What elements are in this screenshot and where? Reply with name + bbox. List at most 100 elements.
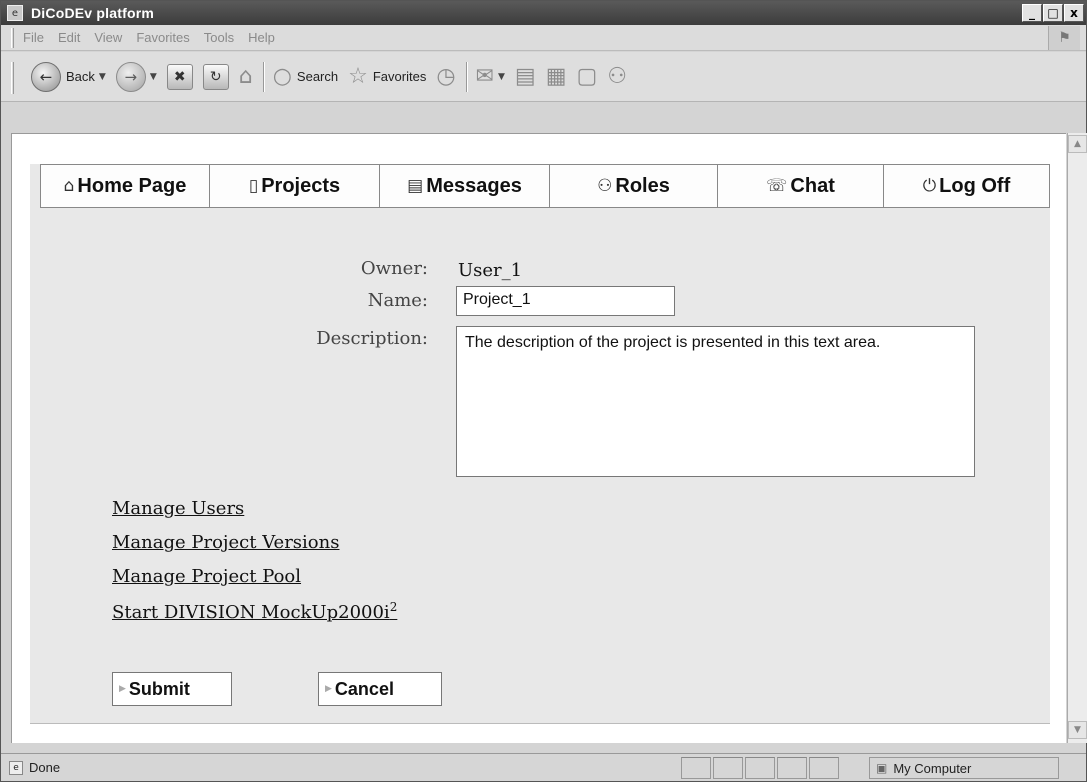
manage-project-versions-link[interactable]: Manage Project Versions: [112, 532, 397, 554]
submit-label: Submit: [128, 678, 190, 699]
browser-window: e DiCoDEv platform _ □ x File Edit View …: [0, 0, 1087, 782]
status-bar: e Done ▣ My Computer: [1, 753, 1086, 781]
menu-bar: File Edit View Favorites Tools Help ⚑: [1, 25, 1086, 51]
submit-arrow-icon: ▶: [119, 684, 126, 694]
content-viewport: ⌂ Home Page ▯ Projects ▤ Messages ⚇ Role…: [11, 133, 1066, 743]
stop-icon: ✖: [166, 63, 193, 90]
status-pane: [745, 757, 775, 779]
back-label: Back: [66, 69, 95, 84]
tab-log-off[interactable]: ⏻ Log Off: [884, 164, 1050, 208]
menu-grip[interactable]: [11, 28, 14, 48]
name-field[interactable]: Project_1: [456, 286, 675, 316]
tab-projects-label: Projects: [261, 174, 341, 197]
messenger-button[interactable]: ⚇: [607, 63, 628, 89]
home-button[interactable]: ⌂: [238, 63, 253, 89]
menu-file[interactable]: File: [23, 30, 44, 45]
mail-button[interactable]: ✉ ▼: [475, 63, 505, 89]
refresh-button[interactable]: ↻: [202, 63, 229, 90]
menu-tools[interactable]: Tools: [204, 30, 234, 45]
cancel-arrow-icon: ▶: [325, 684, 332, 694]
tab-log-off-label: Log Off: [939, 174, 1011, 197]
tab-home-page-label: Home Page: [77, 174, 187, 197]
description-label: Description:: [316, 328, 428, 349]
history-button[interactable]: ◷: [436, 63, 456, 89]
print-button[interactable]: ▤: [514, 63, 536, 89]
toolbar-separator-2: [465, 61, 468, 92]
menu-favorites[interactable]: Favorites: [136, 30, 189, 45]
status-pane: [713, 757, 743, 779]
mail-dropdown-icon[interactable]: ▼: [498, 72, 505, 82]
menu-edit[interactable]: Edit: [58, 30, 80, 45]
mail-icon: ✉: [475, 63, 494, 89]
toolbar: ← Back ▼ → ▼ ✖ ↻ ⌂ ○ Search ☆ Favorites …: [1, 52, 1086, 102]
star-icon: ☆: [348, 63, 368, 89]
nav-tabs: ⌂ Home Page ▯ Projects ▤ Messages ⚇ Role…: [40, 164, 1050, 208]
owner-label: Owner:: [360, 258, 428, 279]
refresh-icon: ↻: [202, 63, 229, 90]
menu-help[interactable]: Help: [248, 30, 275, 45]
blank-page-icon: ▢: [576, 63, 598, 89]
back-button[interactable]: ← Back ▼: [31, 61, 106, 92]
submit-button[interactable]: ▶ Submit: [112, 672, 232, 706]
title-bar[interactable]: e DiCoDEv platform _ □ x: [1, 1, 1086, 25]
status-text: Done: [29, 760, 61, 775]
status-pane: [809, 757, 839, 779]
start-mockup-link[interactable]: Start DIVISION MockUp2000i2: [112, 600, 397, 623]
cancel-label: Cancel: [334, 678, 394, 699]
edit-button[interactable]: ▦: [546, 65, 567, 88]
history-icon: ◷: [436, 63, 456, 89]
vertical-scrollbar[interactable]: ▲ ▼: [1067, 133, 1087, 743]
people-icon: ⚇: [597, 176, 613, 196]
back-dropdown-icon[interactable]: ▼: [99, 72, 106, 82]
chat-icon: ☏: [766, 176, 788, 196]
stop-button[interactable]: ✖: [166, 63, 193, 90]
cancel-button[interactable]: ▶ Cancel: [318, 672, 442, 706]
status-panes: [681, 757, 841, 779]
windows-logo-icon: ⚑: [1048, 26, 1080, 50]
forward-arrow-icon: →: [115, 61, 146, 92]
toolbar-separator: [262, 61, 265, 92]
tab-chat-label: Chat: [790, 174, 835, 197]
restore-button[interactable]: □: [1043, 4, 1063, 22]
description-textarea[interactable]: The description of the project is presen…: [456, 326, 975, 477]
discuss-button[interactable]: ▢: [576, 63, 598, 89]
toolbar-grip[interactable]: [11, 62, 14, 94]
scroll-up-icon[interactable]: ▲: [1068, 135, 1087, 153]
project-links: Manage Users Manage Project Versions Man…: [112, 498, 397, 634]
search-icon: ○: [272, 63, 292, 89]
forward-dropdown-icon[interactable]: ▼: [150, 72, 157, 82]
forward-button[interactable]: → ▼: [115, 61, 157, 92]
tab-roles[interactable]: ⚇ Roles: [550, 164, 718, 208]
tab-home-page[interactable]: ⌂ Home Page: [40, 164, 210, 208]
start-mockup-link-text: Start DIVISION MockUp2000i: [112, 602, 390, 623]
minimize-button[interactable]: _: [1022, 4, 1042, 22]
scroll-down-icon[interactable]: ▼: [1068, 721, 1087, 739]
tab-chat[interactable]: ☏ Chat: [718, 164, 884, 208]
manage-users-link[interactable]: Manage Users: [112, 498, 397, 520]
tab-projects[interactable]: ▯ Projects: [210, 164, 380, 208]
favorites-label: Favorites: [372, 69, 427, 84]
house-icon: ⌂: [238, 63, 253, 89]
window-title: DiCoDEv platform: [31, 5, 154, 21]
name-label: Name:: [367, 290, 428, 311]
list-icon: ▤: [407, 176, 424, 196]
computer-icon: ▣: [876, 761, 888, 775]
project-form: Owner: User_1 Name: Project_1 Descriptio…: [30, 208, 1050, 728]
document-icon: ▯: [248, 176, 259, 196]
manage-project-pool-link[interactable]: Manage Project Pool: [112, 566, 397, 588]
search-button[interactable]: ○ Search: [272, 63, 339, 89]
search-label: Search: [296, 69, 339, 84]
menu-view[interactable]: View: [94, 30, 122, 45]
tab-messages[interactable]: ▤ Messages: [380, 164, 550, 208]
messenger-icon: ⚇: [607, 63, 628, 89]
browser-icon: e: [7, 5, 23, 21]
project-page: ⌂ Home Page ▯ Projects ▤ Messages ⚇ Role…: [30, 164, 1050, 724]
close-button[interactable]: x: [1064, 4, 1084, 22]
window-controls: _ □ x: [1022, 4, 1084, 22]
favorites-button[interactable]: ☆ Favorites: [348, 63, 427, 89]
printer-icon: ▤: [514, 63, 536, 89]
status-pane: [777, 757, 807, 779]
home-icon: ⌂: [63, 176, 75, 196]
back-arrow-icon: ←: [31, 61, 61, 92]
tab-messages-label: Messages: [426, 174, 522, 197]
